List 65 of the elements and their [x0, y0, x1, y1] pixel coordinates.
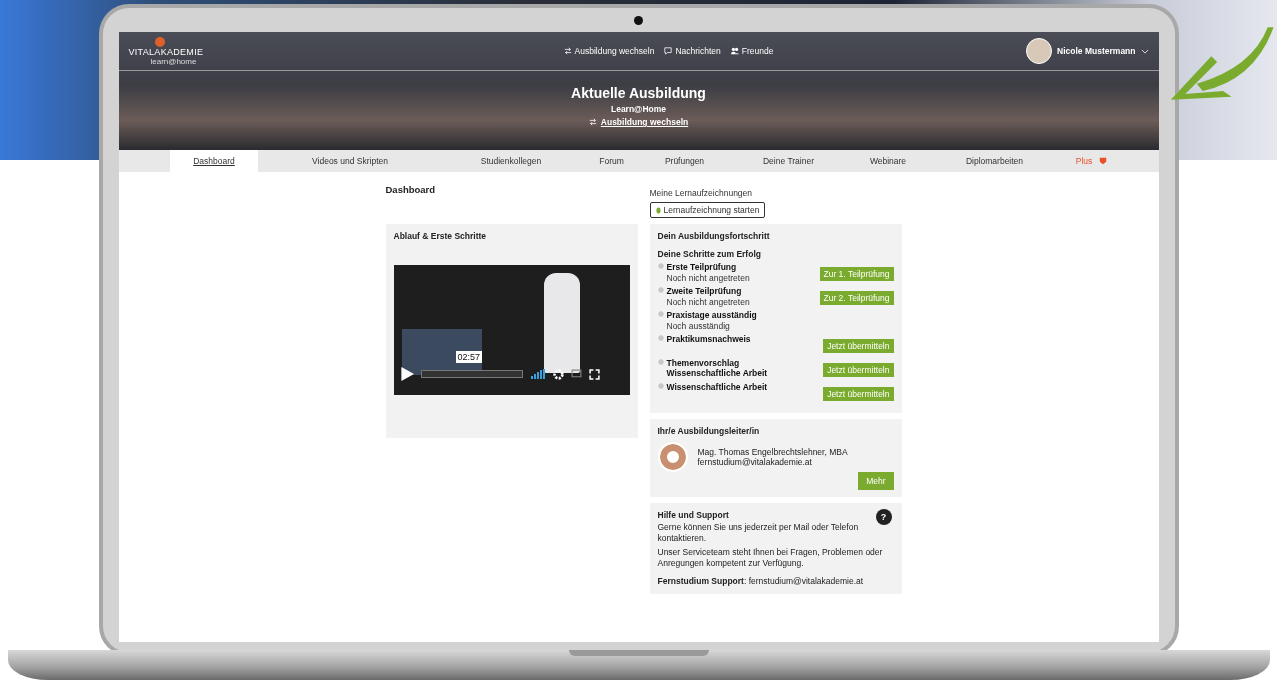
volume-icon[interactable] [529, 369, 546, 379]
status-icon [657, 359, 664, 365]
avatar[interactable] [1026, 38, 1053, 64]
logo-subtitle: learn@home [150, 56, 197, 66]
video-player[interactable]: 02:57 [393, 265, 630, 395]
card-title: Dein Ausbildungsfortschritt [657, 231, 771, 241]
step-title: Praktikumsnachweis [666, 334, 752, 344]
nav-link[interactable]: Ausbildung wechseln [563, 46, 655, 56]
chevron-icon[interactable] [1140, 48, 1149, 54]
card-title: Ihr/e Ausbildungsleiter/in [657, 426, 761, 436]
start-recording-button[interactable]: Lernaufzeichnung starten [649, 202, 766, 218]
screen-icon[interactable] [570, 368, 582, 380]
nav-tab[interactable]: Videos und Skripten [308, 150, 392, 172]
step-title: Erste Teilprüfung [666, 262, 738, 272]
card-subtitle: Deine Schritte zum Erfolg [657, 249, 762, 259]
leader-email: fernstudium@vitalakademie.at [697, 457, 813, 467]
step-title: Wissenschaftliche Arbeit [666, 382, 769, 392]
swap-icon [563, 47, 572, 55]
step-status: Noch nicht angetreten [666, 273, 751, 283]
leader-name: Mag. Thomas Engelbrechtslehner, MBA [697, 447, 848, 457]
step-title: Themenvorschlag Wissenschaftliche Arbeit [666, 358, 769, 378]
chat-icon [664, 47, 673, 55]
page-title: Dashboard [385, 184, 437, 197]
status-icon [657, 335, 664, 341]
camera-icon [634, 15, 643, 25]
progress-track[interactable] [420, 370, 523, 378]
swap-icon [588, 118, 597, 126]
card-title: Hilfe und Support [657, 510, 729, 520]
people-icon [730, 47, 739, 55]
nav-tab[interactable]: Diplomarbeiten [961, 150, 1028, 172]
video-time: 02:57 [455, 351, 483, 363]
user-name[interactable]: Nicole Mustermann [1057, 46, 1136, 56]
status-icon [657, 263, 664, 269]
hero-title: Aktuelle Ausbildung [571, 85, 706, 101]
help-icon[interactable]: ? [875, 509, 892, 525]
status-icon [657, 287, 664, 293]
nav-tab[interactable]: Deine Trainer [759, 150, 818, 172]
nav-link[interactable]: Freunde [730, 46, 774, 56]
step-status: Noch ausständig [666, 321, 731, 331]
support-text: Unser Serviceteam steht Ihnen bei Fragen, Problemen oder Anregungen kompetent zur Verfügung. [657, 546, 884, 570]
nav-tab[interactable]: Forum [595, 150, 628, 172]
step-title: Zweite Teilprüfung [666, 286, 743, 296]
nav-tab[interactable]: Dashboard [170, 150, 258, 172]
step-title: Praxistage ausständig [666, 310, 758, 320]
support-contact: Fernstudium Support: fernstudium@vitalakademie.at [657, 575, 865, 588]
badge-icon [1099, 157, 1108, 165]
card-title: Ablauf & Erste Schritte [393, 231, 488, 241]
avatar [657, 442, 688, 472]
hero-subtitle: Learn@Home [610, 104, 667, 114]
switch-link[interactable]: Ausbildung wechseln [600, 117, 689, 127]
fullscreen-icon[interactable] [588, 368, 600, 380]
nav-tab[interactable]: Prüfungen [660, 150, 709, 172]
logo-text: VITALAKADEMIE [128, 46, 204, 57]
step-status: Noch nicht angetreten [666, 297, 751, 307]
nav-tab[interactable]: Webinare [865, 150, 911, 172]
status-icon [657, 383, 664, 389]
nav-tab[interactable]: Studienkollegen [476, 150, 546, 172]
play-icon[interactable] [399, 367, 414, 381]
leaf-icon [655, 206, 661, 214]
logo-icon [154, 36, 165, 47]
settings-icon[interactable] [552, 368, 564, 380]
status-icon [657, 311, 664, 317]
support-text: Gerne können Sie uns jederzeit per Mail oder Telefon kontaktieren. [657, 522, 860, 545]
nav-link[interactable]: Nachrichten [664, 46, 721, 56]
recordings-label: Meine Lernaufzeichnungen [649, 188, 754, 198]
